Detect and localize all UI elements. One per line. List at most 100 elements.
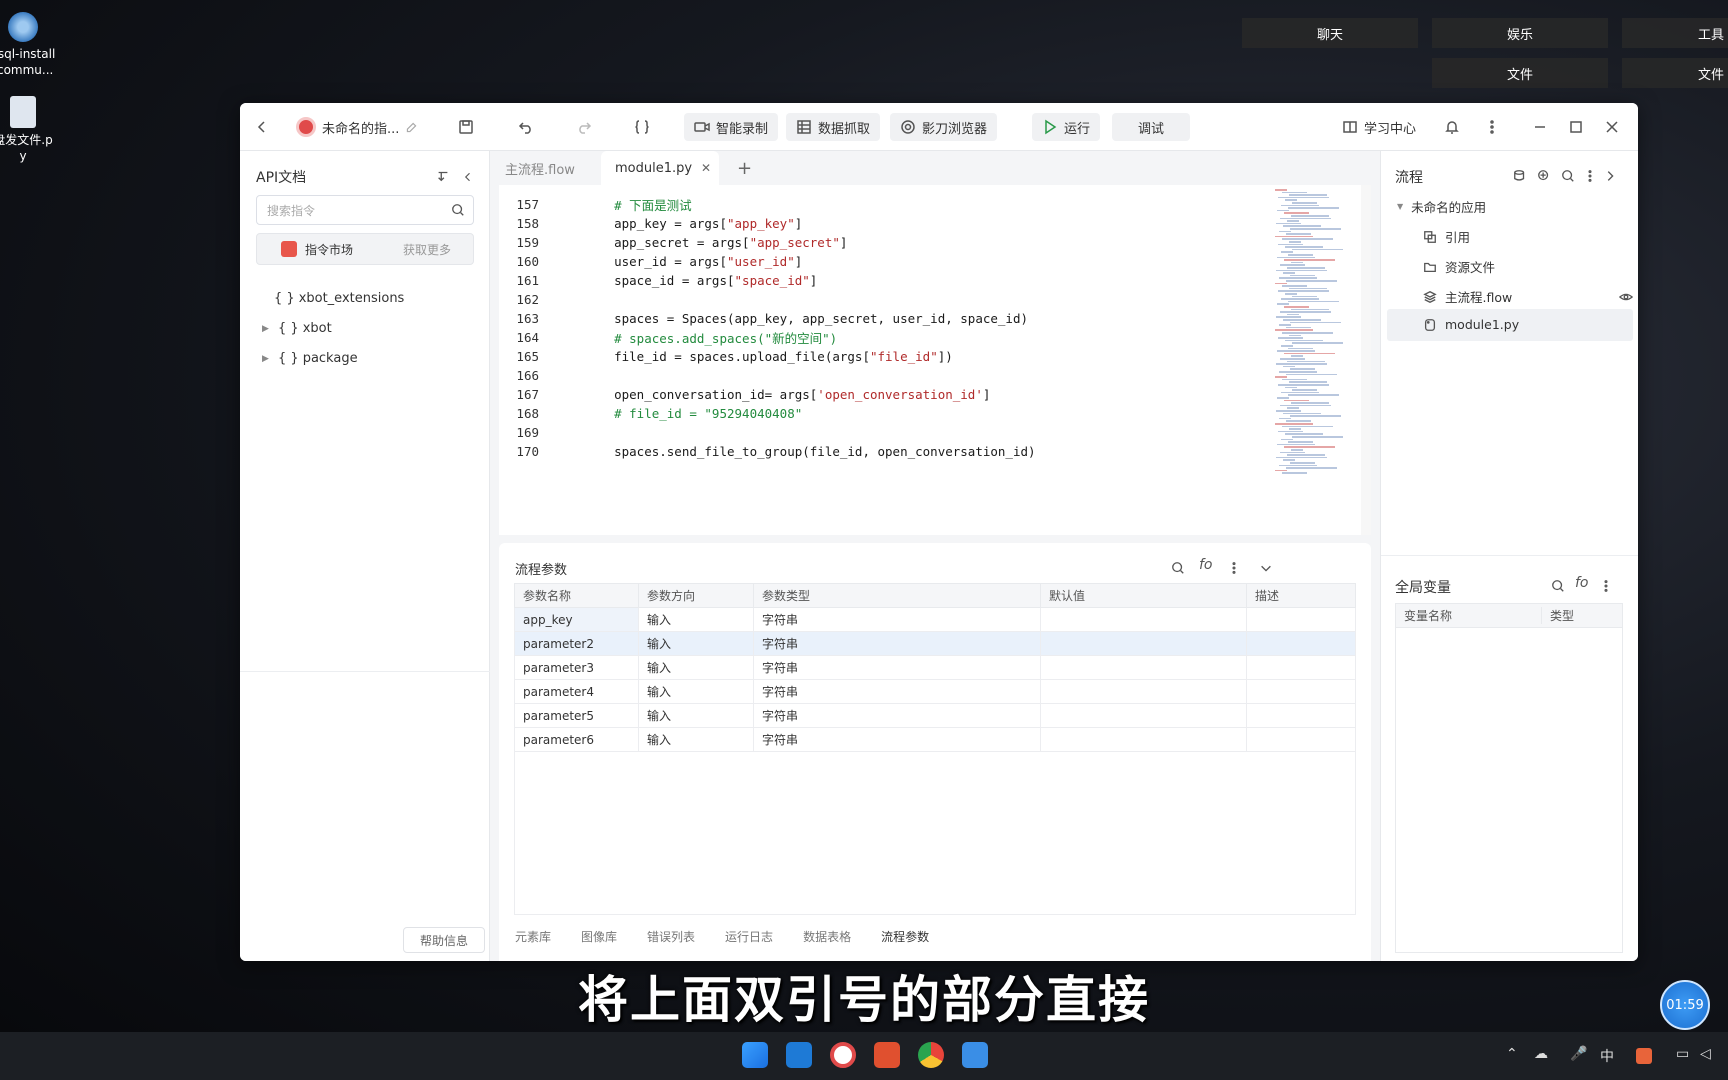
data-capture-button[interactable]: 数据抓取 — [786, 113, 881, 141]
menu-files-2[interactable]: 文件 — [1622, 58, 1728, 88]
code-line[interactable]: 163 spaces = Spaces(app_key, app_secret,… — [499, 309, 1371, 328]
tab-main-flow[interactable]: 主流程.flow — [491, 151, 589, 185]
learning-center-button[interactable]: 学习中心 — [1342, 113, 1416, 141]
code-line[interactable]: 164 # spaces.add_spaces("新的空间") — [499, 328, 1371, 347]
table-cell[interactable]: 输入 — [638, 727, 754, 752]
search-icon[interactable] — [451, 203, 465, 217]
table-cell[interactable] — [1246, 703, 1356, 728]
table-cell[interactable]: 字符串 — [753, 703, 1041, 728]
code-line[interactable]: 165 file_id = spaces.upload_file(args["f… — [499, 347, 1371, 366]
menu-entertainment[interactable]: 娱乐 — [1432, 18, 1608, 48]
debug-button[interactable]: 调试 — [1112, 113, 1191, 141]
col-param-type[interactable]: 参数类型 — [753, 583, 1041, 608]
table-cell[interactable]: 字符串 — [753, 727, 1041, 752]
command-search-input[interactable]: 搜索指令 — [256, 195, 474, 225]
sort-icon[interactable] — [436, 169, 450, 183]
col-default-value[interactable]: 默认值 — [1040, 583, 1247, 608]
table-cell[interactable]: 输入 — [638, 607, 754, 632]
close-button[interactable] — [1604, 113, 1620, 141]
tree-item-module1[interactable]: module1.py — [1423, 317, 1519, 332]
table-cell[interactable]: 输入 — [638, 679, 754, 704]
table-cell[interactable] — [1246, 631, 1356, 656]
tab-data-table[interactable]: 数据表格 — [803, 928, 851, 945]
app-icon-blue[interactable] — [786, 1042, 812, 1068]
caret-right-icon[interactable]: ▶ — [262, 354, 274, 364]
menu-chat[interactable]: 聊天 — [1242, 18, 1418, 48]
table-cell[interactable]: parameter2 — [514, 631, 639, 656]
help-button[interactable]: 帮助信息 — [403, 927, 485, 953]
table-cell[interactable]: app_key — [514, 607, 639, 632]
more-button[interactable] — [1484, 113, 1500, 141]
table-row[interactable]: parameter3 输入 字符串 — [514, 655, 1356, 680]
table-cell[interactable]: 字符串 — [753, 679, 1041, 704]
table-cell[interactable] — [1040, 727, 1247, 752]
tab-error-list[interactable]: 错误列表 — [647, 928, 695, 945]
code-line[interactable]: 169 — [499, 423, 1371, 442]
ime-indicator[interactable]: 中 — [1600, 1046, 1614, 1066]
variable-button[interactable] — [634, 113, 650, 141]
browser-button[interactable]: 影刀浏览器 — [890, 113, 998, 141]
chevron-right-icon[interactable] — [1603, 169, 1617, 183]
table-cell[interactable]: parameter3 — [514, 655, 639, 680]
more-vertical-icon[interactable] — [1227, 561, 1241, 575]
undo-button[interactable] — [518, 113, 534, 141]
table-row[interactable]: app_key 输入 字符串 — [514, 607, 1356, 632]
chrome-icon[interactable] — [918, 1042, 944, 1068]
table-cell[interactable]: 字符串 — [753, 655, 1041, 680]
table-cell[interactable] — [1246, 679, 1356, 704]
table-row[interactable]: parameter6 输入 字符串 — [514, 727, 1356, 752]
tree-item-xbot[interactable]: ▶ { } xbot — [262, 321, 332, 336]
table-cell[interactable]: parameter6 — [514, 727, 639, 752]
code-minimap[interactable] — [1271, 185, 1359, 535]
col-var-type[interactable]: 类型 — [1542, 607, 1574, 624]
table-cell[interactable] — [1040, 703, 1247, 728]
app-icon-presentation[interactable] — [874, 1042, 900, 1068]
table-cell[interactable] — [1246, 607, 1356, 632]
desktop-icon-file[interactable]: 盘发文件.p y — [0, 96, 58, 164]
table-cell[interactable]: parameter5 — [514, 703, 639, 728]
col-param-direction[interactable]: 参数方向 — [638, 583, 754, 608]
table-cell[interactable]: 输入 — [638, 703, 754, 728]
function-icon[interactable]: fo — [1575, 575, 1589, 591]
tree-item-main-flow[interactable]: 主流程.flow — [1423, 287, 1633, 306]
col-var-name[interactable]: 变量名称 — [1396, 607, 1542, 624]
table-cell[interactable] — [1246, 727, 1356, 752]
table-cell[interactable]: 字符串 — [753, 607, 1041, 632]
code-line[interactable]: 157 # 下面是测试 — [499, 195, 1371, 214]
app-title[interactable]: 未命名的指... — [296, 113, 418, 141]
search-icon[interactable] — [1171, 561, 1185, 575]
eye-icon[interactable] — [1619, 290, 1633, 304]
table-cell[interactable] — [1040, 631, 1247, 656]
tree-item-resources[interactable]: 资源文件 — [1423, 257, 1495, 276]
desktop-icon-mysql[interactable]: ysql-install -commu... — [0, 12, 58, 78]
search-icon[interactable] — [1551, 579, 1565, 593]
table-row[interactable]: parameter2 输入 字符串 — [514, 631, 1356, 656]
table-cell[interactable]: parameter4 — [514, 679, 639, 704]
table-row[interactable]: parameter4 输入 字符串 — [514, 679, 1356, 704]
onedrive-icon[interactable]: ☁ — [1534, 1046, 1548, 1062]
get-more-link[interactable]: 获取更多 — [403, 241, 451, 258]
code-line[interactable]: 158 app_key = args["app_key"] — [499, 214, 1371, 233]
col-param-name[interactable]: 参数名称 — [514, 583, 639, 608]
table-cell[interactable] — [1246, 655, 1356, 680]
menu-tools[interactable]: 工具 — [1622, 18, 1728, 48]
microphone-icon[interactable]: 🎤 — [1570, 1046, 1587, 1062]
volume-icon[interactable]: ◁ — [1700, 1046, 1711, 1062]
tab-flow-params[interactable]: 流程参数 — [881, 928, 929, 945]
notification-button[interactable] — [1444, 113, 1460, 141]
table-row[interactable]: parameter5 输入 字符串 — [514, 703, 1356, 728]
tree-item-xbot-extensions[interactable]: { } xbot_extensions — [274, 291, 404, 306]
code-line[interactable]: 168 # file_id = "95294040408" — [499, 404, 1371, 423]
run-button[interactable]: 运行 — [1032, 113, 1101, 141]
tab-module1[interactable]: module1.py ✕ — [601, 151, 719, 185]
tray-expand-icon[interactable]: ⌃ — [1506, 1046, 1518, 1062]
code-line[interactable]: 166 — [499, 366, 1371, 385]
code-line[interactable]: 162 — [499, 290, 1371, 309]
editor-scrollbar[interactable] — [1361, 185, 1371, 535]
add-module-icon[interactable] — [1537, 169, 1551, 183]
edit-icon[interactable] — [405, 121, 418, 134]
caret-down-icon[interactable]: ▼ — [1397, 202, 1403, 211]
tree-item-package[interactable]: ▶ { } package — [262, 351, 358, 366]
command-market-bar[interactable]: 指令市场 获取更多 — [256, 233, 474, 265]
table-cell[interactable]: 字符串 — [753, 631, 1041, 656]
